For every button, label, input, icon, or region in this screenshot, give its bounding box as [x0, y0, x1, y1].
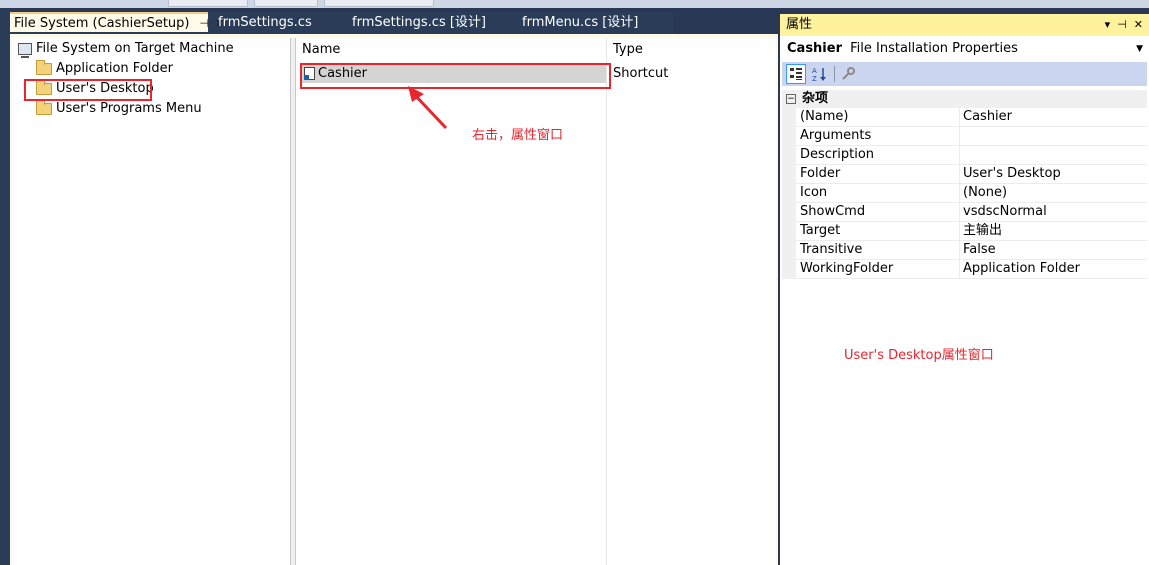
- tab-file-system[interactable]: File System (CashierSetup) ⊣ ✕: [10, 12, 224, 34]
- toolbar-separator: [834, 66, 835, 82]
- tree-item-application-folder[interactable]: Application Folder: [36, 59, 173, 78]
- property-row[interactable]: Target 主输出: [782, 222, 1147, 241]
- file-system-tree: File System on Target Machine Applicatio…: [12, 38, 290, 565]
- property-row[interactable]: Arguments: [782, 127, 1147, 146]
- property-name: ShowCmd: [800, 204, 866, 219]
- tab-frmsettings-design[interactable]: frmSettings.cs [设计]: [352, 12, 486, 34]
- property-row[interactable]: Transitive False: [782, 241, 1147, 260]
- column-header-type[interactable]: Type: [607, 38, 776, 62]
- properties-window: 属性 ▾ ⊣ ✕ Cashier File Installation Propert…: [780, 14, 1149, 565]
- object-name: Cashier: [787, 41, 842, 56]
- category-label: 杂项: [802, 91, 829, 106]
- property-name: Folder: [800, 166, 841, 181]
- properties-toolbar: A Z: [782, 62, 1147, 86]
- tab-label: frmSettings.cs: [218, 15, 312, 30]
- file-list-view: Name Type Cashier Shortcut 右击，属性窗口: [296, 38, 776, 565]
- folder-icon: [36, 99, 52, 115]
- toolbar-segment: [168, 0, 248, 7]
- property-name: WorkingFolder: [800, 261, 894, 276]
- properties-title-bar: 属性 ▾ ⊣ ✕: [780, 14, 1149, 36]
- left-tool-strip: [0, 8, 10, 565]
- list-item-type: Shortcut: [613, 66, 669, 81]
- tree-item-label: Application Folder: [56, 61, 173, 76]
- property-value: User's Desktop: [963, 166, 1061, 181]
- collapse-icon[interactable]: −: [786, 93, 796, 104]
- dropdown-icon[interactable]: ▾: [1105, 18, 1111, 31]
- property-name: Transitive: [800, 242, 863, 257]
- tree-item-users-programs-menu[interactable]: User's Programs Menu: [36, 99, 202, 118]
- tree-item-label: File System on Target Machine: [36, 41, 234, 56]
- categorized-view-button[interactable]: [786, 64, 806, 84]
- computer-icon: [18, 42, 32, 58]
- property-name: Description: [800, 147, 875, 162]
- chevron-down-icon: ▼: [1136, 44, 1143, 54]
- category-misc[interactable]: − 杂项: [782, 90, 1147, 108]
- highlight-box-desktop: [24, 79, 152, 101]
- wrench-icon: [842, 67, 855, 80]
- property-value: vsdscNormal: [963, 204, 1047, 219]
- property-row[interactable]: ShowCmd vsdscNormal: [782, 203, 1147, 222]
- property-value: False: [963, 242, 996, 257]
- tree-item-label: User's Programs Menu: [56, 101, 202, 116]
- tree-root-item[interactable]: File System on Target Machine: [18, 40, 234, 58]
- property-name: Target: [800, 223, 841, 238]
- property-value: Cashier: [963, 109, 1013, 124]
- annotation-desktop-properties: User's Desktop属性窗口: [844, 348, 994, 363]
- tab-frmsettings-cs[interactable]: frmSettings.cs: [218, 12, 312, 34]
- annotation-right-click: 右击，属性窗口: [472, 128, 564, 143]
- property-row[interactable]: WorkingFolder Application Folder: [782, 260, 1147, 279]
- folder-icon: [36, 59, 52, 75]
- property-value: 主输出: [963, 223, 1003, 238]
- toolbar-segment: [254, 0, 318, 7]
- property-row[interactable]: Icon (None): [782, 184, 1147, 203]
- property-row[interactable]: (Name) Cashier: [782, 108, 1147, 127]
- svg-text:Z: Z: [812, 75, 817, 82]
- alphabetical-view-button[interactable]: A Z: [809, 64, 829, 84]
- toolbar-strip: [0, 0, 1149, 8]
- pin-icon[interactable]: ⊣: [1117, 18, 1127, 31]
- property-value: (None): [963, 185, 1008, 200]
- sort-alpha-icon: A Z: [812, 67, 826, 83]
- close-icon[interactable]: ✕: [1134, 18, 1143, 31]
- pin-icon[interactable]: ⊣: [200, 14, 210, 34]
- svg-text:A: A: [812, 67, 817, 75]
- categorized-icon: [790, 68, 802, 80]
- tab-label: File System (CashierSetup): [14, 16, 190, 31]
- object-type: File Installation Properties: [850, 41, 1018, 56]
- property-name: Icon: [800, 185, 828, 200]
- tab-label: frmMenu.cs [设计]: [522, 15, 639, 30]
- column-header-name[interactable]: Name: [296, 38, 606, 62]
- property-name: Arguments: [800, 128, 872, 143]
- toolbar-segment: [324, 0, 434, 7]
- property-row[interactable]: Description: [782, 146, 1147, 165]
- annotation-arrow: [408, 86, 448, 130]
- object-selector[interactable]: Cashier File Installation Properties ▼: [782, 38, 1147, 60]
- document-tab-bar: File System (CashierSetup) ⊣ ✕ frmSettings…: [10, 12, 674, 34]
- property-row[interactable]: Folder User's Desktop: [782, 165, 1147, 184]
- property-value: Application Folder: [963, 261, 1080, 276]
- column-divider: [606, 38, 607, 565]
- property-pages-button[interactable]: [838, 64, 858, 84]
- tab-frmmenu-design[interactable]: frmMenu.cs [设计]: [522, 12, 638, 34]
- properties-title: 属性: [786, 17, 813, 32]
- tab-label: frmSettings.cs [设计]: [352, 15, 487, 30]
- property-name: (Name): [800, 109, 849, 124]
